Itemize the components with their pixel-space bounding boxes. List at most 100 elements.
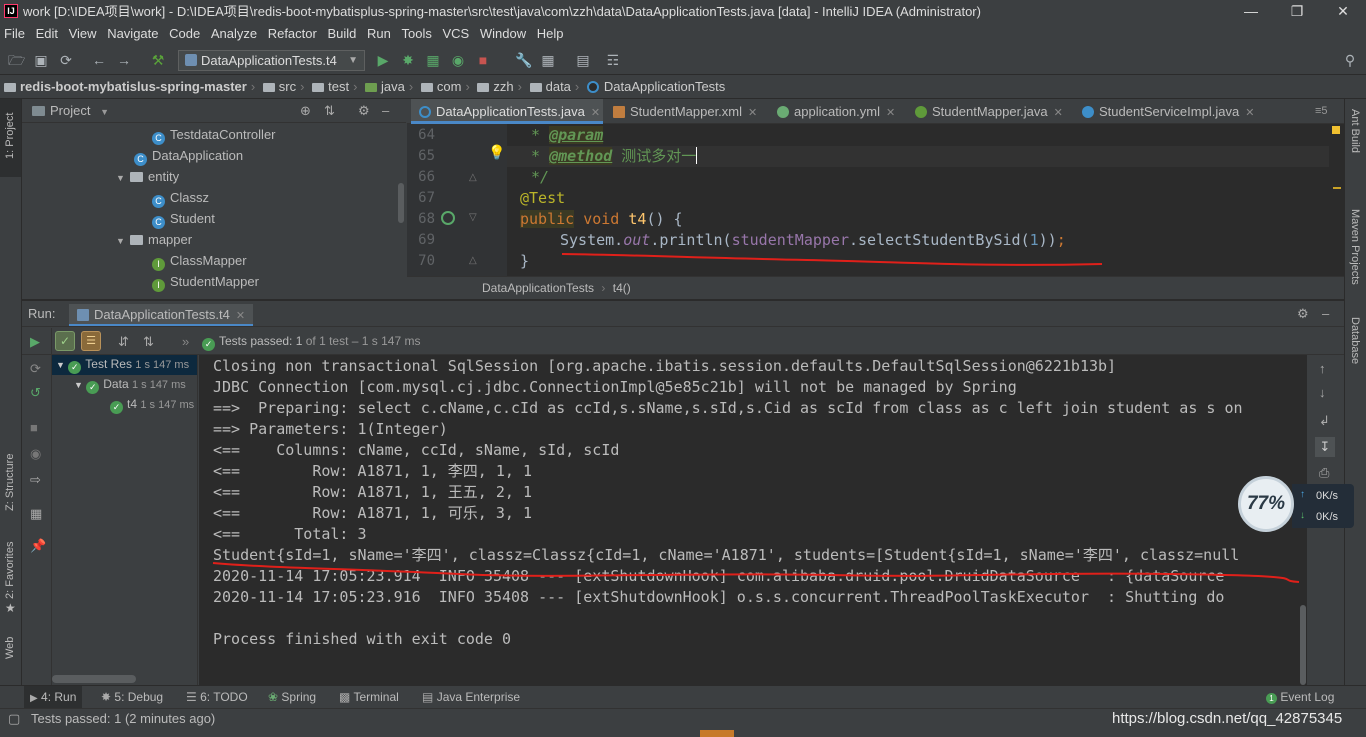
editor-tab-studentmapper-java[interactable]: StudentMapper.java ✕ [907, 99, 1071, 124]
maven-projects-label[interactable]: Maven Projects [1349, 209, 1361, 285]
breadcrumb-java[interactable]: java [361, 75, 409, 99]
run-tab[interactable]: DataApplicationTests.t4 ✕ [69, 304, 254, 326]
code-line-67[interactable]: @Test [520, 188, 565, 209]
breadcrumb-com[interactable]: com [417, 75, 466, 99]
expand-arrow-icon[interactable]: ▼ [116, 168, 126, 189]
ant-build-label[interactable]: Ant Build [1349, 109, 1361, 153]
camera-icon[interactable]: ◉ [30, 446, 41, 462]
menu-view[interactable]: View [66, 23, 100, 45]
sync-icon[interactable]: ⟳ [58, 52, 74, 68]
menu-run[interactable]: Run [364, 23, 394, 45]
stop-icon[interactable]: ■ [30, 420, 38, 435]
web-stripe-label[interactable]: Web [4, 637, 16, 659]
scroll-down-icon[interactable]: ↓ [1319, 385, 1326, 400]
fold-marker-icon[interactable]: △ [469, 255, 477, 266]
show-passed-toggle[interactable]: ✓ [55, 331, 75, 351]
sdk-icon[interactable]: ▤ [575, 52, 591, 68]
gear-icon[interactable]: ⚙ [1297, 301, 1309, 327]
tool-tab-spring[interactable]: ❀ Spring [262, 686, 322, 709]
database-toolbar-icon[interactable]: ☶ [605, 52, 621, 68]
memory-usage-gauge[interactable]: 77% [1238, 476, 1294, 532]
menu-navigate[interactable]: Navigate [104, 23, 161, 45]
close-tab-icon[interactable]: ✕ [591, 107, 600, 119]
editor-tab-application-yml[interactable]: application.yml ✕ [769, 99, 905, 124]
close-tab-icon[interactable]: ✕ [748, 107, 757, 119]
console-scrollbar[interactable] [1300, 605, 1306, 685]
close-button[interactable]: ✕ [1320, 0, 1366, 23]
tool-tab-run[interactable]: ▶ 4: Run [24, 686, 83, 709]
locate-target-icon[interactable]: ⊕ [300, 99, 311, 123]
tool-tab-todo[interactable]: ☰ 6: TODO [180, 686, 254, 709]
menu-build[interactable]: Build [324, 23, 359, 45]
error-stripe-mark[interactable] [1333, 187, 1341, 189]
project-structure-icon[interactable]: ▦ [540, 52, 556, 68]
menu-tools[interactable]: Tools [399, 23, 435, 45]
scroll-up-icon[interactable]: ↑ [1319, 361, 1326, 376]
chevron-down-icon[interactable]: ▼ [100, 107, 109, 117]
warning-stripe-mark[interactable] [1332, 126, 1340, 134]
code-line-64[interactable]: * @param [531, 125, 604, 146]
breadcrumb-test[interactable]: test [308, 75, 353, 99]
project-stripe-tab[interactable]: 1: Project [0, 99, 21, 177]
close-tab-icon[interactable]: ✕ [886, 107, 895, 119]
menu-window[interactable]: Window [477, 23, 529, 45]
fold-marker-icon[interactable]: ▽ [469, 212, 477, 223]
debug-bug-icon[interactable]: ✸ [400, 52, 416, 68]
fold-marker-icon[interactable]: △ [469, 172, 477, 183]
collapse-icon[interactable]: ⇅ [324, 99, 335, 123]
editor-tab-studentmapper-xml[interactable]: StudentMapper.xml ✕ [605, 99, 767, 124]
breadcrumb-zzh[interactable]: zzh [473, 75, 517, 99]
tab-overflow-icon[interactable]: ≡5 [1315, 99, 1328, 124]
soft-wrap-icon[interactable]: ↲ [1319, 413, 1330, 429]
sort-alpha-icon[interactable]: ⇵ [118, 328, 129, 355]
favorites-stripe-label[interactable]: 2: Favorites [4, 542, 16, 599]
save-icon[interactable]: ▣ [33, 52, 49, 68]
exit-icon[interactable]: ⇨ [30, 472, 41, 488]
menu-analyze[interactable]: Analyze [208, 23, 260, 45]
profile-icon[interactable]: ◉ [450, 52, 466, 68]
lightbulb-icon[interactable]: 💡 [488, 144, 505, 161]
scroll-to-end-icon[interactable]: ↧ [1315, 437, 1335, 457]
tree-item[interactable]: I StudentMapper [152, 271, 259, 292]
back-arrow-icon[interactable]: ← [91, 52, 107, 68]
code-line-65[interactable]: * @method 测试多对一 [531, 146, 698, 167]
hide-panel-icon[interactable]: – [382, 99, 389, 123]
editor-crumb-method[interactable]: t4() [613, 281, 631, 295]
toggle-auto-test-icon[interactable]: ↺ [30, 385, 41, 401]
gear-icon[interactable]: ⚙ [358, 99, 370, 123]
editor-tab-dataapplicationtests[interactable]: DataApplicationTests.java ✕ [411, 99, 603, 124]
tree-item[interactable]: C TestdataController [152, 124, 276, 145]
test-tree-item[interactable]: ✓ t4 1 s 147 ms [110, 397, 194, 414]
close-tab-icon[interactable]: ✕ [1054, 107, 1063, 119]
tree-item[interactable]: C DataApplication [134, 145, 243, 166]
forward-arrow-icon[interactable]: → [116, 52, 132, 68]
rerun-icon[interactable]: ▶ [30, 334, 40, 350]
menu-code[interactable]: Code [166, 23, 203, 45]
menu-refactor[interactable]: Refactor [265, 23, 320, 45]
settings-wrench-icon[interactable]: 🔧 [515, 52, 532, 68]
stop-icon[interactable]: ■ [475, 52, 491, 68]
project-view-title[interactable]: Project [50, 103, 90, 118]
code-line-66[interactable]: */ [531, 167, 549, 188]
code-line-68[interactable]: public void t4() { [520, 209, 683, 230]
pin-icon[interactable]: 📌 [30, 538, 46, 554]
tool-tab-terminal[interactable]: ▩ Terminal [333, 686, 405, 709]
minimize-button[interactable]: — [1228, 0, 1274, 23]
structure-stripe-label[interactable]: Z: Structure [4, 454, 16, 511]
expand-arrow-icon[interactable]: ▼ [116, 231, 126, 252]
expand-arrow-icon[interactable]: ▼ [56, 360, 65, 370]
expand-arrow-icon[interactable]: ▼ [74, 380, 83, 390]
maximize-button[interactable]: ❐ [1274, 0, 1320, 23]
tool-tab-java-enterprise[interactable]: ▤ Java Enterprise [416, 686, 526, 709]
more-actions-icon[interactable]: » [182, 328, 189, 355]
sort-duration-icon[interactable]: ⇅ [143, 328, 154, 355]
test-tree-item[interactable]: ▼ ✓ Data 1 s 147 ms [74, 377, 186, 394]
tool-tab-debug[interactable]: ✸ 5: Debug [95, 686, 169, 709]
rerun-failed-icon[interactable]: ⟳ [30, 361, 41, 377]
breadcrumb-project[interactable]: redis-boot-mybatislus-spring-master [0, 75, 251, 99]
editor-crumb-class[interactable]: DataApplicationTests [482, 281, 594, 295]
tree-horizontal-scrollbar[interactable] [52, 675, 136, 683]
tree-item[interactable]: I ClassMapper [152, 250, 247, 271]
build-hammer-icon[interactable]: ⚒ [150, 52, 166, 68]
breadcrumb-src[interactable]: src [259, 75, 300, 99]
